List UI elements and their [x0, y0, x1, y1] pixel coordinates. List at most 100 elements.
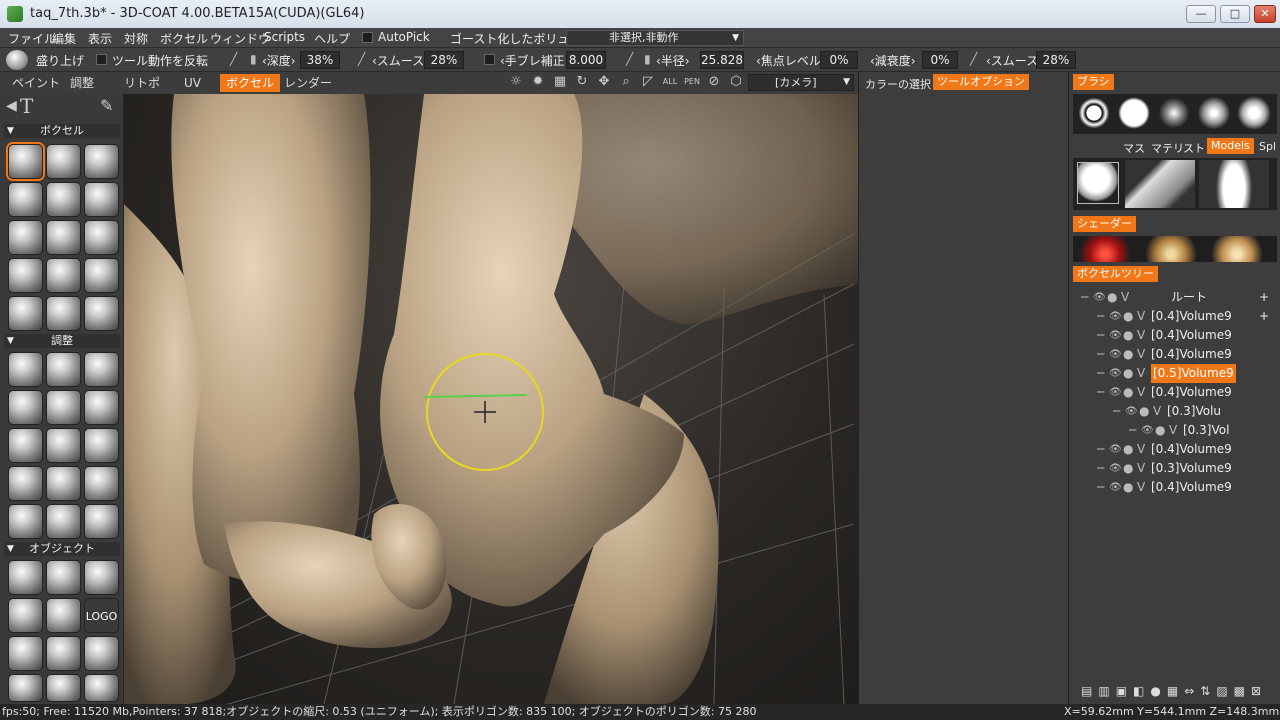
add-volume-icon[interactable]: + [1259, 307, 1269, 326]
tool-grow[interactable] [46, 144, 81, 179]
tool-split[interactable] [46, 598, 81, 633]
menu-edit[interactable]: 編集 [52, 30, 76, 47]
tree-node-name[interactable]: [0.4]Volume9 [1151, 345, 1232, 364]
tree-node-name[interactable]: [0.5]Volume9 [1151, 364, 1236, 383]
eye-icon[interactable]: 👁 [1109, 440, 1122, 459]
tool-flatten[interactable] [46, 220, 81, 255]
brush-alpha-round[interactable] [1235, 96, 1273, 130]
tool-clay[interactable] [8, 182, 43, 217]
tool-cut[interactable] [84, 220, 119, 255]
visibility-dot-icon[interactable]: ● [1155, 421, 1165, 440]
merge-icon[interactable]: ▦ [1167, 684, 1178, 700]
tree-node-name[interactable]: [0.3]Volu [1167, 402, 1221, 421]
tree-row[interactable]: ─ 👁 ● V ルート + [1075, 288, 1275, 307]
radius-value[interactable]: 25.828 [700, 51, 744, 69]
depth-value[interactable]: 38% [300, 51, 340, 69]
eye-icon[interactable]: 👁 [1093, 288, 1106, 307]
camera-select[interactable]: [カメラ] ▼ [748, 74, 854, 91]
rotate-icon[interactable]: ↻ [574, 74, 590, 90]
tree-node-name[interactable]: [0.4]Volume9 [1151, 383, 1232, 402]
flip-icon[interactable]: ⇅ [1200, 684, 1210, 700]
eye-icon[interactable]: 👁 [1109, 326, 1122, 345]
tool-lines[interactable] [46, 390, 81, 425]
tree-row[interactable]: ─ 👁 ● V [0.4]Volume9 + [1075, 307, 1275, 326]
volume-type-icon[interactable]: V [1153, 402, 1161, 421]
menu-file[interactable]: ファイル [8, 30, 56, 47]
tool-fill[interactable] [8, 428, 43, 463]
model-capsule[interactable] [1199, 160, 1269, 208]
pen-pressure-icon[interactable]: ╱ [626, 52, 633, 66]
tool-sphere2[interactable] [84, 674, 119, 702]
grid-icon[interactable]: ▩ [1234, 684, 1245, 700]
tree-branch-icon[interactable]: ─ [1097, 364, 1104, 383]
tree-branch-icon[interactable]: ─ [1113, 402, 1120, 421]
tool-line[interactable] [46, 352, 81, 387]
visibility-dot-icon[interactable]: ● [1123, 459, 1133, 478]
tree-branch-icon[interactable]: ─ [1081, 288, 1088, 307]
tree-branch-icon[interactable]: ─ [1097, 478, 1104, 497]
adjust-section-header[interactable]: ▼ 調整 [4, 334, 120, 348]
split-icon[interactable]: ⇔ [1184, 684, 1194, 700]
volume-type-icon[interactable]: V [1137, 440, 1145, 459]
paste-icon[interactable]: ◧ [1133, 684, 1144, 700]
eye-icon[interactable]: 👁 [1109, 307, 1122, 326]
tree-row[interactable]: ─ 👁 ● V [0.4]Volume9 [1075, 345, 1275, 364]
tree-node-name[interactable]: [0.3]Vol [1183, 421, 1229, 440]
subtab-material[interactable]: マテリ [1151, 140, 1184, 156]
tree-branch-icon[interactable]: ─ [1097, 345, 1104, 364]
close-icon[interactable]: ⊠ [1251, 684, 1261, 700]
tab-voxel[interactable]: ボクセル [220, 74, 281, 92]
volume-type-icon[interactable]: V [1137, 459, 1145, 478]
voxel-tree-header[interactable]: ボクセルツリー [1073, 266, 1158, 282]
volume-type-icon[interactable]: V [1137, 364, 1145, 383]
eye-icon[interactable]: 👁 [1109, 383, 1122, 402]
tool-spiral[interactable] [46, 466, 81, 501]
model-cube[interactable] [1125, 160, 1195, 208]
tab-render[interactable]: レンダー [278, 74, 338, 92]
tree-node-name[interactable]: [0.3]Volume9 [1151, 459, 1232, 478]
tool-bump[interactable] [84, 428, 119, 463]
zoom-icon[interactable]: ⌕ [618, 74, 634, 90]
tree-branch-icon[interactable]: ─ [1097, 326, 1104, 345]
3d-viewport[interactable] [124, 94, 858, 704]
tree-row[interactable]: ─ 👁 ● V [0.3]Volume9 [1075, 459, 1275, 478]
tool-moon[interactable] [46, 428, 81, 463]
move-icon[interactable]: ✥ [596, 74, 612, 90]
visibility-dot-icon[interactable]: ● [1123, 345, 1133, 364]
tree-row[interactable]: ─ 👁 ● V [0.4]Volume9 [1075, 478, 1275, 497]
object-section-header[interactable]: ▼ オブジェクト [4, 542, 120, 556]
smooth2-value[interactable]: 28% [1036, 51, 1076, 69]
tree-row[interactable]: ─ 👁 ● V [0.5]Volume9 [1075, 364, 1275, 383]
visibility-dot-icon[interactable]: ● [1139, 402, 1149, 421]
all-icon[interactable]: ALL [662, 74, 678, 90]
export-icon[interactable]: ▨ [1216, 684, 1227, 700]
shader-clay[interactable] [1205, 236, 1269, 262]
ghost-volume-select[interactable]: 非選択,非動作 ▼ [566, 30, 744, 46]
tree-row[interactable]: ─ 👁 ● V [0.4]Volume9 [1075, 440, 1275, 459]
visibility-dot-icon[interactable]: ● [1123, 478, 1133, 497]
menu-symmetry[interactable]: 対称 [124, 30, 148, 47]
copy-icon[interactable]: ▣ [1116, 684, 1127, 700]
tool-shell[interactable] [84, 504, 119, 539]
disable-icon[interactable]: ⊘ [706, 74, 722, 90]
tool-beads[interactable] [8, 504, 43, 539]
menu-window[interactable]: ウィンドウ [210, 30, 270, 47]
tab-tool-options[interactable]: ツールオプション [933, 74, 1029, 90]
collapse-arrow-icon[interactable]: ◀ [6, 98, 17, 114]
tool-snake[interactable] [84, 182, 119, 217]
volume-type-icon[interactable]: V [1169, 421, 1177, 440]
tab-retopo[interactable]: リトポ [118, 74, 166, 92]
tool-pose[interactable] [8, 390, 43, 425]
tool-airbrush[interactable] [84, 144, 119, 179]
minimize-button[interactable]: — [1186, 5, 1216, 23]
volume-type-icon[interactable]: V [1137, 383, 1145, 402]
visibility-dot-icon[interactable]: ● [1107, 288, 1117, 307]
volume-type-icon[interactable]: V [1137, 478, 1145, 497]
tree-branch-icon[interactable]: ─ [1129, 421, 1136, 440]
tool-strips2[interactable] [46, 674, 81, 702]
visibility-dot-icon[interactable]: ● [1123, 364, 1133, 383]
falloff-value[interactable]: 0% [922, 51, 958, 69]
volume-type-icon[interactable]: V [1137, 345, 1145, 364]
light-icon[interactable]: ☼ [508, 74, 524, 90]
brush-alpha-soft[interactable] [1155, 96, 1193, 130]
